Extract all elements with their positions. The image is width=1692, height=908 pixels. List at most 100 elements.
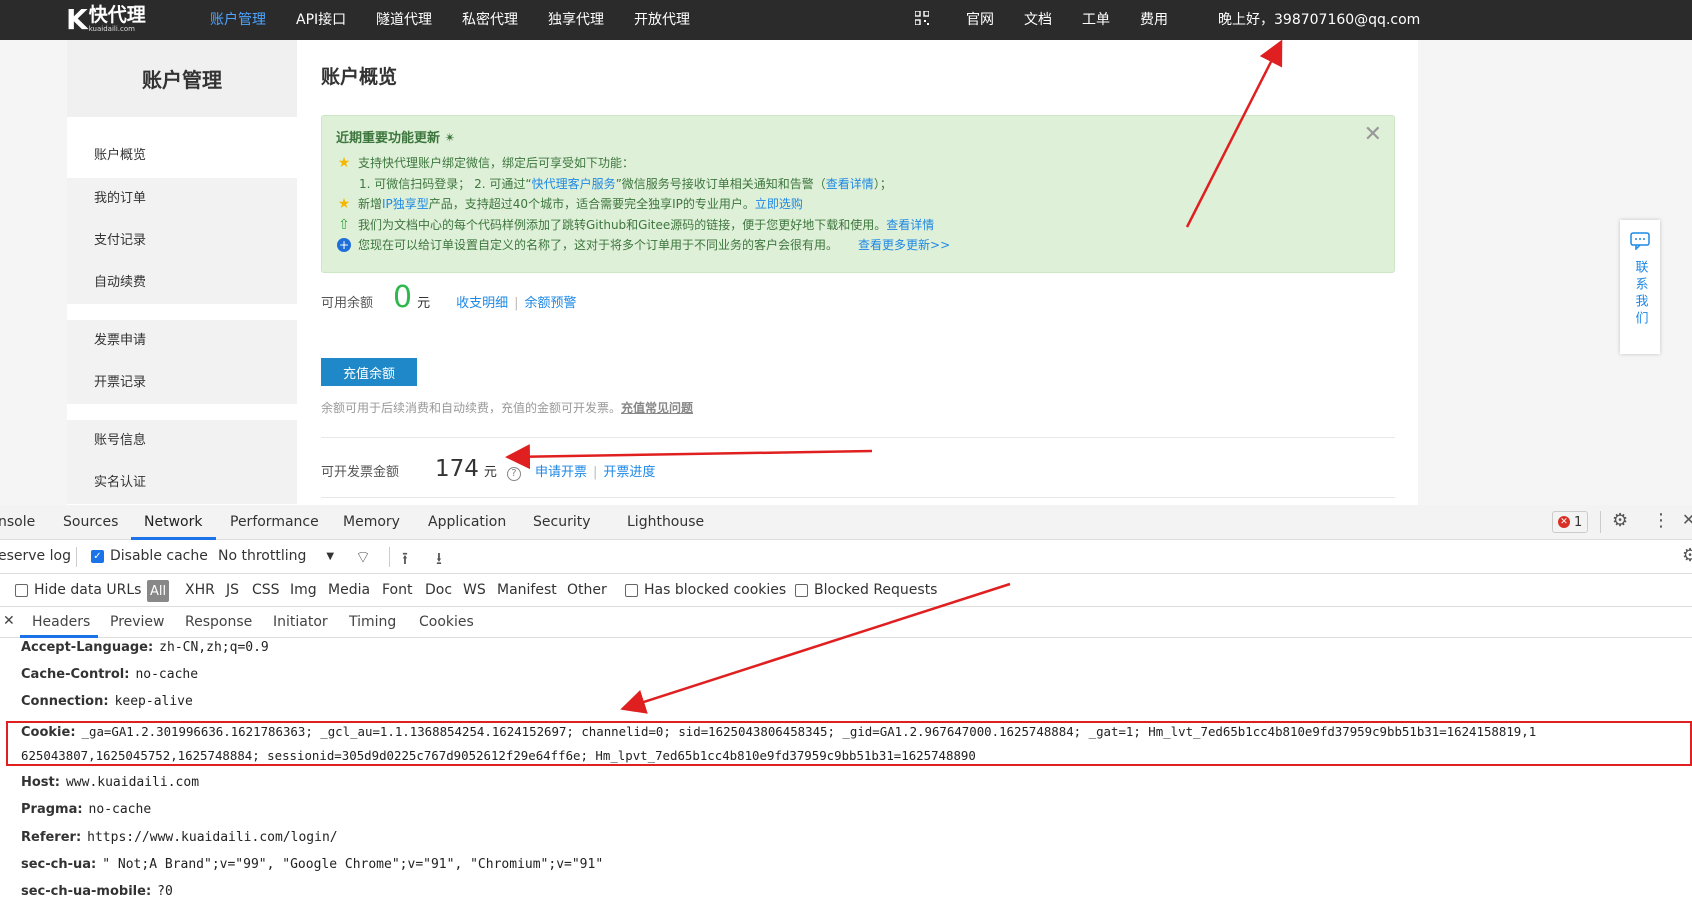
nav-tickets[interactable]: 工单 bbox=[1082, 9, 1110, 29]
ip-dedicated-link[interactable]: IP独享型 bbox=[382, 195, 429, 212]
header-row: Accept-Language: zh-CN,zh;q=0.9 bbox=[21, 640, 269, 655]
filter-xhr[interactable]: XHR bbox=[185, 582, 215, 598]
filter-img[interactable]: Img bbox=[290, 582, 317, 598]
tab-application[interactable]: Application bbox=[428, 514, 506, 530]
nav-docs[interactable]: 文档 bbox=[1024, 9, 1052, 29]
tab-preview[interactable]: Preview bbox=[110, 614, 165, 630]
tab-sources[interactable]: Sources bbox=[63, 514, 118, 530]
nav-tunnel-proxy[interactable]: 隧道代理 bbox=[376, 9, 432, 29]
customer-service-link[interactable]: 快代理客户服务 bbox=[532, 177, 616, 191]
filter-all[interactable]: All bbox=[147, 580, 169, 602]
nav-official-site[interactable]: 官网 bbox=[966, 9, 994, 29]
logo[interactable]: K 快代理 kuaidaili.com bbox=[66, 3, 146, 36]
nav-private-proxy[interactable]: 私密代理 bbox=[462, 9, 518, 29]
details-link[interactable]: 查看详情 bbox=[886, 216, 934, 233]
nav-pricing[interactable]: 费用 bbox=[1140, 9, 1168, 29]
sidebar: 账户管理 账户概览 我的订单 支付记录 自动续费 发票申请 开票记录 账号信息 … bbox=[67, 40, 297, 505]
error-counter[interactable]: ✕ 1 bbox=[1552, 511, 1589, 533]
blocked-requests-checkbox[interactable]: Blocked Requests bbox=[795, 582, 937, 598]
throttling-select[interactable]: No throttling ▼ bbox=[218, 548, 334, 564]
more-options-icon[interactable]: ⋮ bbox=[1652, 510, 1670, 531]
sidebar-item-overview[interactable]: 账户概览 bbox=[67, 135, 297, 177]
qr-code-icon[interactable] bbox=[915, 11, 929, 25]
disable-cache-checkbox[interactable]: ✓ Disable cache bbox=[91, 548, 208, 564]
tab-headers[interactable]: Headers bbox=[32, 614, 90, 630]
tab-network[interactable]: Network bbox=[144, 514, 202, 530]
sparkle-icon: ✴ bbox=[444, 131, 456, 146]
tab-console[interactable]: nsole bbox=[0, 514, 35, 530]
nav-account-management[interactable]: 账户管理 bbox=[210, 9, 266, 29]
tab-performance[interactable]: Performance bbox=[230, 514, 319, 530]
invoice-label: 可开发票金额 bbox=[321, 465, 400, 480]
filter-ws[interactable]: WS bbox=[463, 582, 486, 598]
help-icon[interactable]: ? bbox=[506, 466, 521, 481]
nav-dedicated-proxy[interactable]: 独享代理 bbox=[548, 9, 604, 29]
network-settings-icon[interactable]: ⚙ bbox=[1682, 545, 1692, 566]
devtools-tab-bar: nsole Sources Network Performance Memory… bbox=[0, 505, 1692, 540]
sidebar-item-verification[interactable]: 实名认证 bbox=[67, 462, 297, 504]
notice-line: ★ 支持快代理账户绑定微信，绑定后可享受如下功能： bbox=[337, 154, 635, 171]
close-icon[interactable]: ✕ bbox=[3, 613, 15, 629]
sidebar-item-payments[interactable]: 支付记录 bbox=[67, 220, 297, 262]
download-icon[interactable]: ⭳ bbox=[436, 546, 442, 575]
page-title: 账户概览 bbox=[321, 66, 398, 88]
tab-timing[interactable]: Timing bbox=[349, 614, 396, 630]
tab-memory[interactable]: Memory bbox=[343, 514, 400, 530]
logo-domain: kuaidaili.com bbox=[88, 24, 135, 33]
network-toolbar: eserve log ✓ Disable cache No throttling… bbox=[0, 540, 1692, 574]
checkbox-checked-icon: ✓ bbox=[91, 549, 104, 563]
recharge-faq-link[interactable]: 充值常见问题 bbox=[621, 401, 693, 415]
tab-security[interactable]: Security bbox=[533, 514, 591, 530]
tab-initiator[interactable]: Initiator bbox=[273, 614, 328, 630]
preserve-log-label[interactable]: eserve log bbox=[0, 548, 71, 564]
hide-data-urls-checkbox[interactable]: Hide data URLs bbox=[15, 582, 141, 598]
header-row: Host: www.kuaidaili.com bbox=[21, 775, 200, 790]
user-greeting[interactable]: 晚上好，398707160@qq.com bbox=[1218, 9, 1420, 29]
filter-font[interactable]: Font bbox=[382, 582, 412, 598]
invoice-progress-link[interactable]: 开票进度 bbox=[603, 461, 655, 480]
upload-icon[interactable]: ⭱ bbox=[402, 546, 408, 575]
filter-media[interactable]: Media bbox=[328, 582, 370, 598]
notice-title: 近期重要功能更新 ✴ bbox=[336, 131, 456, 146]
close-icon[interactable]: ✕ bbox=[1364, 122, 1382, 147]
star-icon: ★ bbox=[337, 154, 351, 171]
sidebar-item-auto-renew[interactable]: 自动续费 bbox=[67, 262, 297, 304]
recharge-button[interactable]: 充值余额 bbox=[321, 358, 417, 386]
filter-js[interactable]: JS bbox=[226, 582, 239, 598]
header-row: Connection: keep-alive bbox=[21, 694, 193, 709]
transactions-link[interactable]: 收支明细 bbox=[456, 292, 508, 311]
details-link[interactable]: 查看详情 bbox=[826, 177, 874, 191]
sidebar-item-orders[interactable]: 我的订单 bbox=[67, 178, 297, 220]
main-content: 账户概览 近期重要功能更新 ✴ ✕ ★ 支持快代理账户绑定微信，绑定后可享受如下… bbox=[297, 40, 1418, 505]
sidebar-item-invoice-apply[interactable]: 发票申请 bbox=[67, 320, 297, 362]
plus-circle-icon: + bbox=[337, 237, 351, 252]
apply-invoice-link[interactable]: 申请开票 bbox=[535, 461, 587, 480]
notice-line: ⇧ 我们为文档中心的每个代码样例添加了跳转Github和Gitee源码的链接，便… bbox=[336, 216, 934, 233]
invoice-unit: 元 bbox=[483, 465, 497, 480]
network-conditions-icon[interactable]: ⌔ bbox=[355, 547, 371, 568]
balance-label: 可用余额 bbox=[321, 296, 374, 311]
notice-line: + 您现在可以给订单设置自定义的名称了，这对于将多个订单用于不同业务的客户会很有… bbox=[336, 236, 950, 253]
filter-doc[interactable]: Doc bbox=[425, 582, 452, 598]
contact-us-widget[interactable]: 联系我们 bbox=[1620, 220, 1660, 354]
tab-cookies[interactable]: Cookies bbox=[419, 614, 474, 630]
balance-hint: 余额可用于后续消费和自动续费，充值的金额可开发票。充值常见问题 bbox=[321, 401, 694, 415]
header-row: Pragma: no-cache bbox=[21, 802, 152, 817]
filter-manifest[interactable]: Manifest bbox=[497, 582, 557, 598]
nav-api[interactable]: API接口 bbox=[296, 9, 346, 29]
tab-response[interactable]: Response bbox=[185, 614, 252, 630]
buy-now-link[interactable]: 立即选购 bbox=[755, 195, 803, 212]
filter-css[interactable]: CSS bbox=[252, 582, 280, 598]
balance-alert-link[interactable]: 余额预警 bbox=[525, 292, 577, 311]
sidebar-item-invoice-records[interactable]: 开票记录 bbox=[67, 362, 297, 404]
tab-lighthouse[interactable]: Lighthouse bbox=[627, 514, 704, 530]
sidebar-item-account-info[interactable]: 账号信息 bbox=[67, 420, 297, 462]
settings-gear-icon[interactable]: ⚙ bbox=[1612, 510, 1628, 531]
header-row: Referer: https://www.kuaidaili.com/login/ bbox=[21, 830, 338, 845]
close-icon[interactable]: ✕ bbox=[1682, 510, 1692, 529]
more-updates-link[interactable]: 查看更多更新>> bbox=[858, 236, 950, 253]
balance-row: 可用余额 0 元 收支明细 | 余额预警 bbox=[321, 280, 577, 315]
nav-open-proxy[interactable]: 开放代理 bbox=[634, 9, 690, 29]
filter-other[interactable]: Other bbox=[567, 582, 607, 598]
has-blocked-cookies-checkbox[interactable]: Has blocked cookies bbox=[625, 582, 786, 598]
